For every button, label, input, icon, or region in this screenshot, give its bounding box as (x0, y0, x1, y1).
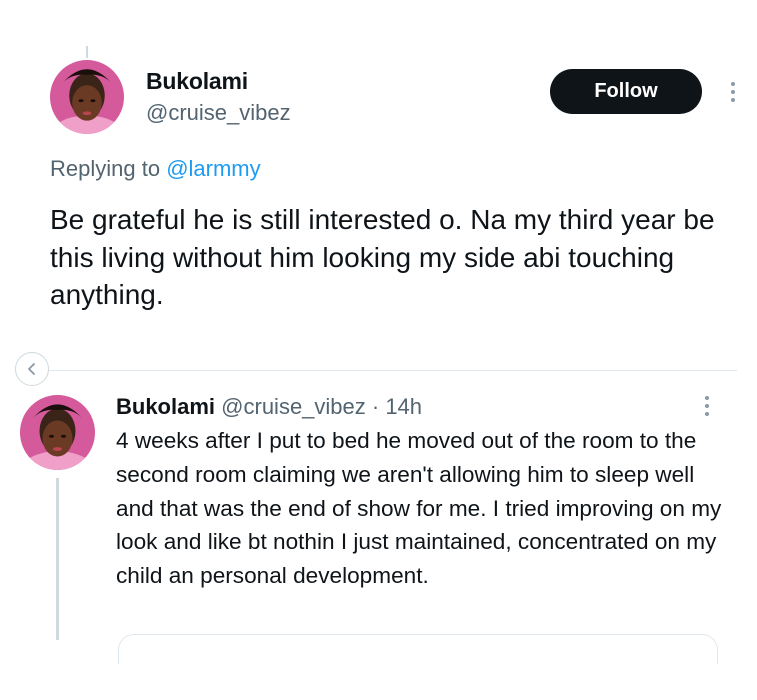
user-handle[interactable]: @cruise_vibez (146, 100, 291, 126)
replying-prefix: Replying to (50, 156, 161, 181)
avatar[interactable] (50, 60, 124, 134)
tweet-text: Be grateful he is still interested o. Na… (50, 204, 715, 310)
embedded-card-edge (118, 634, 718, 664)
follow-button[interactable]: Follow (550, 69, 702, 114)
display-name[interactable]: Bukolami (146, 68, 248, 95)
reply-display-name[interactable]: Bukolami (116, 394, 215, 419)
reply-header: Bukolami @cruise_vibez · 14h (116, 394, 422, 420)
thread-connector-top (86, 46, 88, 58)
chevron-left-icon[interactable] (15, 352, 49, 386)
reply-avatar-image (20, 395, 95, 470)
replying-handle-link[interactable]: @larmmy (166, 156, 260, 181)
reply-text: 4 weeks after I put to bed he moved out … (116, 428, 722, 589)
avatar-image (50, 60, 124, 134)
divider (40, 370, 737, 371)
replying-to: Replying to @larmmy (50, 156, 261, 182)
reply-avatar[interactable] (20, 395, 95, 470)
reply-handle-time[interactable]: @cruise_vibez · 14h (221, 394, 422, 419)
more-vertical-icon[interactable] (728, 82, 738, 102)
thread-connector (56, 478, 59, 640)
more-vertical-icon[interactable] (702, 396, 712, 416)
